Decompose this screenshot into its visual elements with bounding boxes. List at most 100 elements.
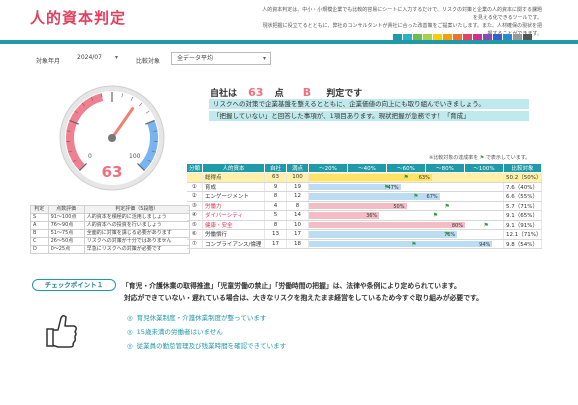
self-score: 8 [264, 220, 287, 230]
category-name: 総得点 [202, 172, 265, 183]
flag-icon: ⚑ [479, 155, 485, 161]
score-suffix: 判定です [326, 89, 363, 99]
criteria-cell: 51〜75点 [47, 229, 85, 238]
flag-icon: ⚑ [411, 240, 417, 248]
category-header: 分類 [186, 163, 203, 173]
flag-icon: ⚑ [483, 221, 489, 229]
grade-badge: B [302, 86, 312, 99]
self-score: 8 [264, 191, 287, 202]
category-number: ⑦ [186, 239, 203, 249]
self-score: 63 [264, 172, 287, 183]
table-row: ⑥ 労働慣行 13 17 76% ⚑ 12.1（71%） [186, 229, 542, 240]
achievement-bar-cell: 47% ⚑ [308, 182, 504, 192]
chevron-down-icon: ▾ [262, 55, 266, 62]
compare-value: 9.8（54%） [503, 239, 542, 249]
checkpoint-item: ◎ 従業員の勤怠管理及び残業時間を確認できています [127, 340, 286, 350]
category-name: 健康・安全 [202, 220, 265, 230]
criteria-cell: 91〜100点 [47, 213, 85, 222]
score-prefix: 自社は [210, 89, 238, 99]
table-row: ⑤ 健康・安全 8 10 80% ⚑ 9.1（91%） [186, 220, 542, 230]
flag-icon: ⚑ [444, 231, 450, 238]
criteria-row: C 26〜50点 リスクへの対策が十分ではありません [30, 237, 191, 246]
self-score: 9 [264, 182, 287, 192]
self-score: 17 [264, 239, 287, 249]
score-gauge: 0 100 63 [59, 85, 165, 191]
max-score: 18 [286, 239, 309, 249]
category-name: コンプライアンス/倫理 [202, 239, 265, 249]
max-score: 12 [286, 191, 309, 202]
checkpoint-item: ◎ 育児休業制度・介護休業制度が整っています [127, 312, 266, 322]
compare-value: 12.1（71%） [503, 229, 542, 240]
category-number: ① [186, 182, 203, 192]
category-header: 〜40% [347, 163, 387, 173]
checkpoint-item-text: 15歳未満の労働者はいません [136, 328, 223, 336]
flag-icon: ⚑ [432, 212, 439, 219]
flag-icon: ⚑ [403, 174, 409, 181]
table-row: ① 育成 9 19 47% ⚑ 7.6（40%） [186, 182, 542, 192]
self-score: 4 [264, 201, 287, 211]
category-header: 比較対象 [503, 163, 542, 173]
achievement-bar: 80% [309, 221, 465, 229]
category-name: 育成 [202, 182, 265, 192]
criteria-header: 点数評価 [47, 205, 85, 214]
criteria-cell: D [30, 245, 49, 254]
checkpoint-item-text: 従業員の勤怠管理及び残業時間を確認できています [136, 342, 287, 350]
self-score: 5 [264, 210, 287, 221]
bullet-icon: ◎ [127, 342, 133, 350]
max-score: 8 [286, 201, 309, 211]
bullet-icon: ◎ [127, 328, 133, 336]
self-score: 13 [264, 229, 287, 240]
category-name: 労働慣行 [202, 229, 265, 240]
criteria-table: 判定 点数評価 判定評価（5段階） S 91〜100点 人的資本を積極的に活用しまし… [30, 205, 191, 254]
flag-icon: ⚑ [413, 193, 419, 200]
table-row: ④ ダイバーシティ 5 14 36% ⚑ 9.1（65%） [186, 210, 542, 221]
checkpoint-item: ◎ 15歳未満の労働者はいません [127, 326, 223, 336]
achievement-bar-cell: 80% ⚑ [308, 220, 504, 230]
legend-note-text: ※比較対象の達成率を [429, 155, 479, 161]
checkpoint-badge: チェックポイント１ [32, 279, 116, 291]
category-number: ② [186, 191, 203, 202]
criteria-row: D 0〜25点 早急にリスクへの対策が必要です [30, 245, 191, 254]
checkpoint-text: 対応ができていない・遅れている場合は、大きなリスクを抱えたまま経営をしているため… [124, 294, 483, 302]
criteria-cell: リスクへの対策が十分ではありません [83, 237, 191, 246]
criteria-cell: 76〜90点 [47, 221, 85, 230]
category-header: 人的資本 [202, 163, 265, 173]
category-name: ダイバーシティ [202, 210, 265, 221]
compare-select[interactable]: 全データ平均 ▾ [171, 52, 271, 65]
category-number: ④ [186, 210, 203, 221]
compare-value: 7.6（40%） [503, 182, 542, 192]
category-header: 自社 [264, 163, 287, 173]
max-score: 19 [286, 182, 309, 192]
compare-value: 6.6（55%） [503, 191, 542, 202]
compare-value: 50.2（50%） [503, 172, 542, 183]
compare-value: 5.7（71%） [503, 201, 542, 211]
category-header: 〜60% [386, 163, 426, 173]
criteria-row: S 91〜100点 人的資本を積極的に活用しましょう [30, 213, 191, 222]
criteria-cell: 26〜50点 [47, 237, 85, 246]
chevron-down-icon: ▾ [114, 54, 118, 61]
category-header: 満点 [286, 163, 309, 173]
max-score: 10 [286, 220, 309, 230]
header-description-line: 人的資本判定は、中小・小規模企業でも比較的容易にシートに入力するだけで、リスクの… [262, 7, 542, 21]
period-select[interactable]: 2024/07 ▾ [72, 52, 122, 65]
achievement-bar-cell: 94% ⚑ [308, 239, 504, 249]
category-header: 〜80% [425, 163, 465, 173]
max-score: 14 [286, 210, 309, 221]
bullet-icon: ◎ [127, 314, 133, 322]
achievement-bar: 50% [309, 202, 407, 210]
achievement-bar: 94% [309, 240, 493, 248]
max-score: 17 [286, 229, 309, 240]
summary-message: リスクへの対策で企業基盤を整えるとともに、企業価値の向上にも取り組んでいきましょ… [209, 99, 529, 109]
period-label: 対象年月 [36, 58, 61, 65]
criteria-cell: 人的資本への投資を行いましょう [83, 221, 191, 230]
compare-value: 全データ平均 [177, 55, 214, 62]
legend-note-suffix: で表示しています。 [485, 155, 531, 161]
criteria-header: 判定 [30, 205, 49, 214]
category-header-row: 分類 人的資本 自社 満点 〜20% 〜40% 〜60% 〜80% 〜100% 比較対象 [186, 163, 542, 173]
table-row: ⑦ コンプライアンス/倫理 17 18 94% ⚑ 9.8（54%） [186, 239, 542, 249]
criteria-cell: 0〜25点 [47, 245, 85, 254]
criteria-header-row: 判定 点数評価 判定評価（5段階） [30, 205, 191, 214]
category-number [186, 172, 203, 183]
category-number: ⑤ [186, 220, 203, 230]
achievement-bar-cell: 63% ⚑ [308, 172, 504, 183]
